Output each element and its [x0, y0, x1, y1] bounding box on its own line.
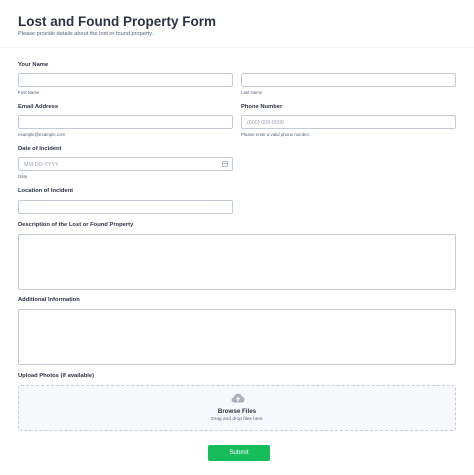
additional-info-label: Additional Information — [18, 297, 80, 303]
date-placeholder: MM-DD-YYYY — [24, 161, 59, 168]
last-name-input[interactable] — [241, 73, 456, 87]
file-dropzone[interactable]: Browse Files Drag and drop files here — [18, 385, 456, 431]
drag-drop-hint: Drag and drop files here — [211, 417, 263, 422]
date-field[interactable]: MM-DD-YYYY — [18, 157, 233, 171]
calendar-icon[interactable] — [222, 161, 228, 167]
form-header: Lost and Found Property Form Please prov… — [0, 0, 474, 48]
submit-button[interactable]: Submit — [208, 445, 270, 461]
phone-placeholder: (000) 000-0000 — [247, 119, 284, 126]
cloud-upload-icon — [231, 393, 245, 403]
email-sublabel: example@example.com — [18, 132, 66, 137]
location-label: Location of Incident — [18, 188, 74, 194]
name-label: Your Name — [18, 62, 49, 68]
phone-label: Phone Number — [241, 104, 283, 110]
description-label: Description of the Lost or Found Propert… — [18, 222, 134, 228]
first-name-sublabel: First Name — [18, 90, 40, 95]
location-field[interactable] — [18, 200, 233, 214]
description-textarea[interactable] — [18, 234, 456, 290]
upload-label: Upload Photos (if available) — [18, 373, 95, 379]
browse-files-link[interactable]: Browse Files — [19, 408, 455, 415]
date-label: Date of Incident — [18, 146, 62, 152]
email-label: Email Address — [18, 104, 59, 110]
phone-sublabel: Please enter a valid phone number. — [241, 132, 311, 137]
additional-info-textarea[interactable] — [18, 309, 456, 365]
phone-field[interactable]: (000) 000-0000 — [241, 115, 456, 129]
first-name-input[interactable] — [18, 73, 233, 87]
form-subtitle: Please provide details about the lost or… — [18, 31, 154, 37]
form-title: Lost and Found Property Form — [18, 14, 216, 29]
email-field[interactable] — [18, 115, 233, 129]
last-name-sublabel: Last Name — [241, 90, 263, 95]
date-sublabel: Date — [18, 174, 28, 179]
header-divider — [0, 47, 474, 48]
